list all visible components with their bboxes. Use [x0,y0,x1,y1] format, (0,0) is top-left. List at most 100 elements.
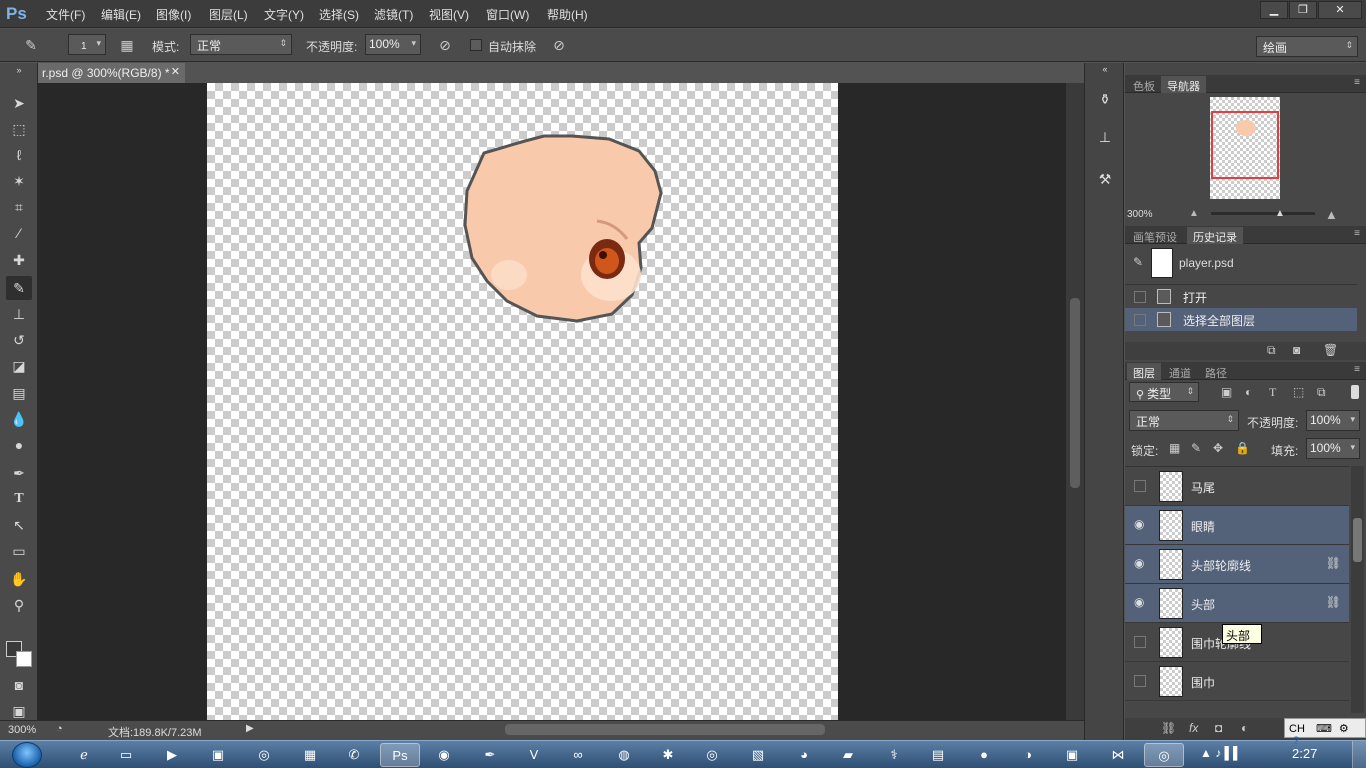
pen-app-icon[interactable]: ✒ [470,743,510,767]
zoom-slider[interactable] [1211,212,1315,215]
app-icon[interactable]: ◑ [1008,743,1048,767]
lasso-tool-icon[interactable]: ℓ [6,143,32,167]
pencil-tool-icon[interactable]: ✎ [6,276,32,300]
menu-view[interactable]: 视图(V) [429,6,469,23]
start-button[interactable] [12,742,42,768]
eye-icon[interactable]: ◉ [1134,595,1144,609]
workspace-select[interactable]: 绘画 ⇕ [1256,36,1358,57]
media-player-icon[interactable]: ▶ [152,743,192,767]
status-arrow-icon[interactable]: ▶ [246,723,254,734]
history-brush-tool-icon[interactable]: ↺ [6,328,32,352]
dodge-tool-icon[interactable]: ● [6,433,32,457]
blend-mode-select[interactable]: 正常 ⇕ [1129,410,1239,431]
background-color-swatch[interactable] [16,651,32,667]
app-icon[interactable]: ◉ [424,743,464,767]
app-icon[interactable]: ▧ [738,743,778,767]
filter-shape-icon[interactable]: ⬚ [1293,385,1304,399]
history-snapshot[interactable]: ✎ player.psd [1125,245,1357,283]
menu-filter[interactable]: 滤镜(T) [374,6,413,23]
eye-icon[interactable]: ◉ [1134,517,1144,531]
app-icon[interactable]: ▣ [198,743,238,767]
explorer-icon[interactable]: ▭ [106,743,146,767]
tab-navigator[interactable]: 导航器 [1161,76,1206,93]
menu-layer[interactable]: 图层(L) [209,6,248,23]
layer-mask-icon[interactable]: ◘ [1215,721,1222,735]
history-source-box[interactable] [1134,314,1146,326]
app-icon[interactable]: ✱ [648,743,688,767]
layer-opacity-field[interactable]: 100% ▾ [1306,410,1360,431]
pressure-size-icon[interactable]: ⊘ [548,34,570,56]
settings-icon[interactable]: ⚙ [1339,723,1349,735]
brush-presets-panel-icon[interactable]: ⚱ [1093,87,1117,111]
hand-tool-icon[interactable]: ✋ [6,567,32,591]
history-brush-source-icon[interactable]: ✎ [1133,255,1143,269]
filter-pixel-icon[interactable]: ▣ [1221,385,1232,399]
zoom-tool-icon[interactable]: ⚲ [6,593,32,617]
app-icon[interactable]: ▤ [918,743,958,767]
layer-row[interactable]: ◉ 头部轮廓线 ⛓ [1125,545,1349,584]
menu-image[interactable]: 图像(I) [156,6,191,23]
opacity-field[interactable]: 100% ▾ [365,34,421,55]
vertical-scroll-thumb[interactable] [1070,298,1080,488]
eraser-tool-icon[interactable]: ◪ [6,354,32,378]
pencil-tool-preset-icon[interactable]: ✎ [20,34,42,56]
menu-file[interactable]: 文件(F) [46,6,85,23]
auto-erase-checkbox[interactable] [470,39,482,51]
python-icon[interactable]: ⚕ [874,743,914,767]
status-zoom[interactable]: 300% [8,724,36,736]
pen-tool-icon[interactable]: ✒ [6,461,32,485]
zoom-slider-handle[interactable]: ▲ [1275,208,1285,219]
fill-field[interactable]: 100% ▾ [1306,438,1360,459]
link-layers-icon[interactable]: ⛓ [1161,721,1176,735]
tab-channels[interactable]: 通道 [1163,363,1197,380]
layers-scrollbar[interactable] [1351,466,1364,713]
gradient-tool-icon[interactable]: ▤ [6,381,32,405]
layer-row[interactable]: ◉ 眼睛 [1125,506,1349,545]
app-icon[interactable]: ∞ [558,743,598,767]
app-icon[interactable]: ▰ [828,743,868,767]
clone-source-panel-icon[interactable]: ⊥ [1093,125,1117,149]
photoshop-taskbar-icon[interactable]: Ps [380,743,420,767]
restore-button[interactable]: ❐ [1289,1,1317,19]
layer-style-icon[interactable]: fx [1189,721,1198,735]
visual-studio-alt-icon[interactable]: ⋈ [1098,743,1138,767]
quick-mask-icon[interactable]: ◙ [6,673,32,697]
rectangle-tool-icon[interactable]: ▭ [6,539,32,563]
mode-select[interactable]: 正常 ⇕ [190,34,292,55]
collapse-toolbar-icon[interactable]: » [6,65,32,75]
lock-transparent-icon[interactable]: ▦ [1169,441,1180,455]
history-item[interactable]: 打开 [1125,285,1357,308]
tool-presets-panel-icon[interactable]: ⚒ [1093,167,1117,191]
layer-row[interactable]: ◉ 头部 ⛓ [1125,584,1349,623]
app-icon[interactable]: ▦ [290,743,330,767]
visibility-toggle[interactable] [1134,480,1146,492]
magic-wand-tool-icon[interactable]: ✶ [6,169,32,193]
panel-menu-icon[interactable]: ≡ [1354,228,1360,239]
path-selection-tool-icon[interactable]: ↖ [6,513,32,537]
app-icon[interactable]: ◍ [604,743,644,767]
brush-panel-toggle-icon[interactable]: ▦ [116,34,138,56]
lock-paint-icon[interactable]: ✎ [1191,441,1201,455]
eye-icon[interactable]: ◉ [1134,556,1144,570]
filter-adjustment-icon[interactable]: ◐ [1245,385,1252,399]
crop-tool-icon[interactable]: ⌗ [6,195,32,219]
visibility-toggle[interactable] [1134,675,1146,687]
pressure-opacity-icon[interactable]: ⊘ [434,34,456,56]
history-source-box[interactable] [1134,291,1146,303]
menu-window[interactable]: 窗口(W) [486,6,529,23]
camera-icon[interactable]: ◙ [1293,343,1300,357]
menu-edit[interactable]: 编辑(E) [101,6,141,23]
visibility-toggle[interactable] [1134,636,1146,648]
tab-history[interactable]: 历史记录 [1187,227,1243,244]
panel-menu-icon[interactable]: ≡ [1354,77,1360,88]
panel-menu-icon[interactable]: ≡ [1354,364,1360,375]
chrome-active-icon[interactable]: ◎ [1144,743,1184,767]
adjustment-layer-icon[interactable]: ◐ [1241,721,1248,735]
layer-row[interactable]: 马尾 [1125,467,1349,506]
filter-type-icon[interactable]: T [1269,385,1276,400]
marquee-tool-icon[interactable]: ⬚ [6,117,32,141]
chat-icon[interactable]: ✆ [334,743,374,767]
app-icon[interactable]: ● [964,743,1004,767]
tab-paths[interactable]: 路径 [1199,363,1233,380]
clone-stamp-tool-icon[interactable]: ⊥ [6,302,32,326]
